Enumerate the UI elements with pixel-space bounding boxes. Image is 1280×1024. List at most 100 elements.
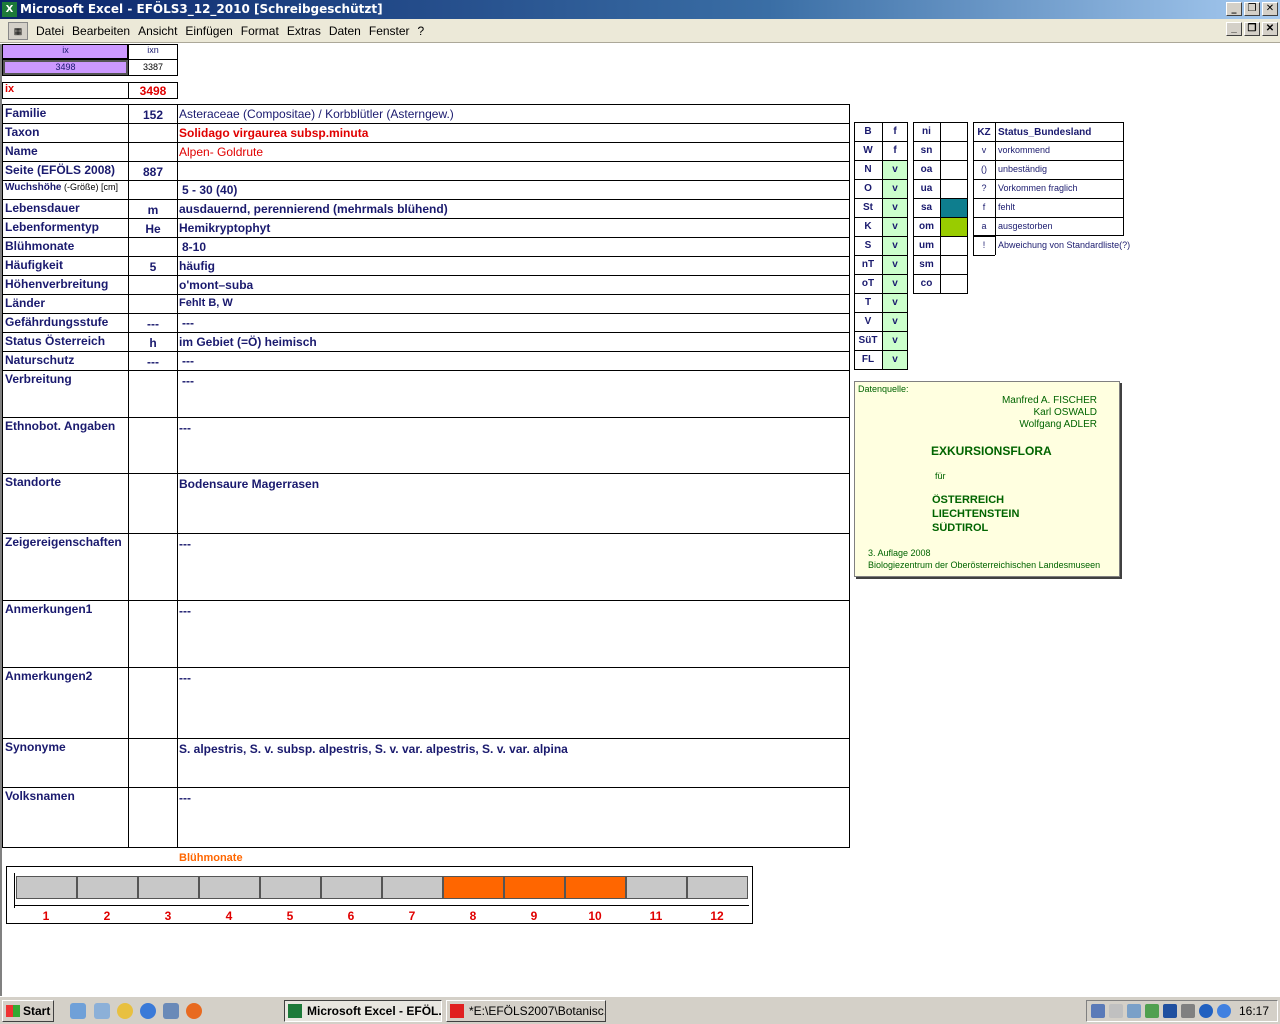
legend-key-0: v [981,145,987,155]
month-bar-3 [138,876,199,899]
menu-einfuegen[interactable]: Einfügen [181,24,236,38]
excel-app-icon[interactable]: X [2,2,17,17]
ixn-header: ixn [147,45,159,55]
update-icon[interactable] [1217,1004,1231,1018]
info-icon[interactable] [1199,1004,1213,1018]
row-code-seite-eföls-2008[interactable]: 887 [129,165,177,179]
menu-datei[interactable]: Datei [32,24,68,38]
row-code-gefährdungsstufe[interactable]: --- [129,317,177,331]
bundesland-status-o[interactable]: v [883,183,907,194]
row-value-synonyme[interactable]: S. alpestris, S. v. subsp. alpestris, S.… [179,742,847,756]
row-value-taxon[interactable]: Solidago virgaurea subsp.minuta [179,126,847,140]
device-icon[interactable] [1181,1004,1195,1018]
row-code-familie[interactable]: 152 [129,108,177,122]
altitude-cell-sn[interactable] [941,142,967,160]
row-value-anmerkungen2[interactable]: --- [179,671,847,685]
legend-text-4: ausgestorben [998,221,1053,231]
task-excel[interactable]: Microsoft Excel - EFÖL... [284,1000,442,1022]
minimize-button[interactable]: _ [1226,2,1242,16]
start-button[interactable]: Start [2,1000,54,1022]
month-label-1: 1 [42,909,50,923]
bundesland-status-v[interactable]: v [883,316,907,327]
month-label-11: 11 [649,909,663,923]
bundesland-status-fl[interactable]: v [883,354,907,365]
menu-fenster[interactable]: Fenster [365,24,414,38]
document-app-icon [450,1004,464,1018]
task-document[interactable]: *E:\EFÖLS2007\Botanisc... [446,1000,606,1022]
bundesland-status-nt[interactable]: v [883,259,907,270]
bundesland-status-k[interactable]: v [883,221,907,232]
row-value-lebensdauer[interactable]: ausdauernd, perennierend (mehrmals blühe… [179,202,847,216]
menu-daten[interactable]: Daten [325,24,365,38]
bundesland-status-st[interactable]: v [883,202,907,213]
media-player-icon[interactable] [117,1003,133,1019]
row-value-familie[interactable]: Asteraceae (Compositae) / Korbblütler (A… [179,107,847,121]
altitude-cell-co[interactable] [941,275,967,293]
menu-ansicht[interactable]: Ansicht [134,24,181,38]
menu-extras[interactable]: Extras [283,24,325,38]
row-value-wuchshöhe[interactable]: 5 - 30 (40) [182,183,850,197]
book-fuer: für [935,471,946,481]
row-value-lebenformentyp[interactable]: Hemikryptophyt [179,221,847,235]
bundesland-status-w[interactable]: f [883,145,907,156]
doc-close-button[interactable]: ✕ [1262,22,1278,36]
row-value-blühmonate[interactable]: 8-10 [182,240,850,254]
ix-value-cell[interactable]: 3498 [3,62,128,72]
month-bar-1 [16,876,77,899]
month-bar-12 [687,876,748,899]
shield-icon[interactable] [1163,1004,1177,1018]
row-value-gefährdungsstufe[interactable]: --- [182,316,850,330]
ixn-value-cell[interactable]: 3387 [129,62,177,72]
bundesland-status-s[interactable]: v [883,240,907,251]
document-icon[interactable]: ▦ [8,21,28,40]
row-value-name[interactable]: Alpen- Goldrute [179,145,847,159]
menu-help[interactable]: ? [414,24,429,38]
doc-minimize-button[interactable]: _ [1226,22,1242,36]
menu-format[interactable]: Format [237,24,283,38]
altitude-cell-ua[interactable] [941,180,967,198]
row-label-anmerkungen2: Anmerkungen2 [5,669,93,683]
row-value-länder[interactable]: Fehlt B, W [179,297,847,309]
row-value-höhenverbreitung[interactable]: o'mont–suba [179,278,847,292]
bundesland-süt: SüT [858,335,878,346]
restore-button[interactable]: ❐ [1244,2,1260,16]
row-code-naturschutz[interactable]: --- [129,355,177,369]
outlook-icon[interactable] [163,1003,179,1019]
bundesland-status-n[interactable]: v [883,164,907,175]
row-code-status-österreich[interactable]: h [129,336,177,350]
doc-restore-button[interactable]: ❐ [1244,22,1260,36]
altitude-cell-ni[interactable] [941,123,967,141]
security-icon[interactable] [1145,1004,1159,1018]
volume-icon[interactable] [1109,1004,1123,1018]
row-value-naturschutz[interactable]: --- [182,354,850,368]
row-value-standorte[interactable]: Bodensaure Magerrasen [179,477,847,491]
show-desktop-icon[interactable] [70,1003,86,1019]
altitude-cell-sm[interactable] [941,256,967,274]
menu-bearbeiten[interactable]: Bearbeiten [68,24,134,38]
altitude-cell-sa[interactable] [941,199,967,217]
altitude-cell-om[interactable] [941,218,967,236]
row-value-zeigereigenschaften[interactable]: --- [179,537,847,551]
row-value-verbreitung[interactable]: --- [182,374,850,388]
explorer-icon[interactable] [94,1003,110,1019]
altitude-cell-um[interactable] [941,237,967,255]
bundesland-status-t[interactable]: v [883,297,907,308]
bundesland-status-süt[interactable]: v [883,335,907,346]
title-bar[interactable]: X Microsoft Excel - EFÖLS3_12_2010 [Schr… [0,0,1280,19]
row-value-status-österreich[interactable]: im Gebiet (=Ö) heimisch [179,335,847,349]
row-code-häufigkeit[interactable]: 5 [129,260,177,274]
close-button[interactable]: ✕ [1262,2,1278,16]
row-code-lebensdauer[interactable]: m [129,203,177,217]
row-value-volksnamen[interactable]: --- [179,791,847,805]
altitude-cell-oa[interactable] [941,161,967,179]
bundesland-status-b[interactable]: f [883,126,907,137]
row-code-lebenformentyp[interactable]: He [129,222,177,236]
network-icon[interactable] [1091,1004,1105,1018]
search-tray-icon[interactable] [1127,1004,1141,1018]
bundesland-status-ot[interactable]: v [883,278,907,289]
row-value-häufigkeit[interactable]: häufig [179,259,847,273]
internet-explorer-icon[interactable] [140,1003,156,1019]
firefox-icon[interactable] [186,1003,202,1019]
row-value-anmerkungen1[interactable]: --- [179,604,847,618]
row-value-ethnobot-angaben[interactable]: --- [179,421,847,435]
